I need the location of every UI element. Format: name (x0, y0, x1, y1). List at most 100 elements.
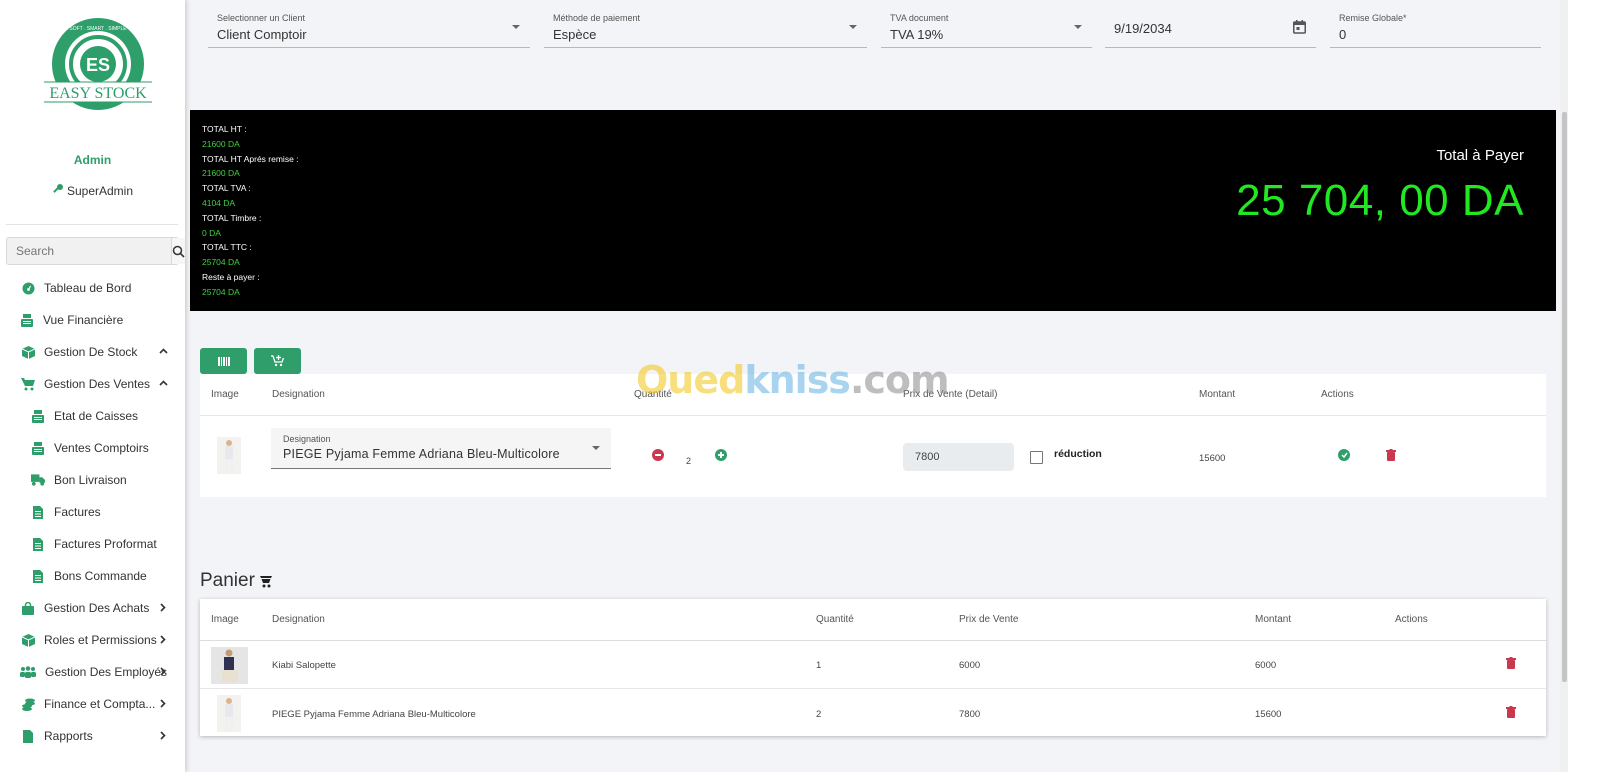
sidebar-item-factures[interactable]: Factures (0, 496, 185, 528)
confirm-button[interactable] (1338, 449, 1350, 461)
svg-text:ES: ES (86, 55, 110, 75)
window-edge (1568, 0, 1600, 772)
chevron-right-icon[interactable] (158, 665, 168, 677)
sidebar-item-ventes-comptoirs[interactable]: Ventes Comptoirs (0, 432, 185, 464)
delete-button[interactable] (1506, 705, 1516, 723)
designation-cell: Kiabi Salopette (272, 660, 336, 671)
payment-method-label: Méthode de paiement (553, 13, 641, 23)
payment-method-select[interactable]: Méthode de paiement Espèce (544, 8, 867, 48)
box-icon (21, 345, 35, 359)
sidebar-item-gestion-de-stock[interactable]: Gestion De Stock (0, 336, 185, 368)
designation-select[interactable]: Designation PIEGE Pyjama Femme Adriana B… (271, 428, 611, 469)
product-entry-table: Image Designation Quantité Prix de Vente… (200, 374, 1546, 497)
sidebar-item-etat-de-caisses[interactable]: Etat de Caisses (0, 400, 185, 432)
decrease-quantity-button[interactable] (652, 449, 664, 461)
column-header-quantite: Quantité (816, 614, 854, 625)
sidebar-item-factures-proformat[interactable]: Factures Proformat (0, 528, 185, 560)
sidebar-item-label: Roles et Permissions (44, 633, 157, 647)
amount-cell: 15600 (1255, 709, 1282, 720)
sidebar-item-vue-financiere[interactable]: Vue Financière (0, 304, 185, 336)
sidebar-divider (6, 224, 178, 225)
header-divider (200, 415, 1546, 416)
barcode-icon (217, 356, 230, 366)
total-timbre-label: TOTAL Timbre : (202, 212, 262, 223)
barcode-button[interactable] (200, 348, 247, 374)
search-input[interactable] (7, 238, 171, 264)
column-header-prix-vente-detail: Prix de Vente (Detail) (903, 389, 998, 400)
delete-button[interactable] (1386, 448, 1396, 466)
dropdown-arrow-icon (592, 446, 600, 450)
product-thumbnail (217, 695, 241, 732)
chevron-right-icon[interactable] (158, 729, 168, 741)
sidebar-item-label: Rapports (44, 729, 93, 743)
chevron-up-icon[interactable] (158, 345, 168, 357)
sidebar-item-gestion-des-employes[interactable]: Gestion Des Employés (0, 656, 185, 688)
total-ht-value: 21600 DA (202, 138, 240, 149)
search-button[interactable] (171, 238, 185, 264)
trash-icon (1386, 449, 1396, 461)
totals-list: TOTAL HT : 21600 DA TOTAL HT Aprés remis… (202, 122, 299, 300)
dashboard-icon (21, 281, 35, 295)
app: ES SOFT . SMART . SIMPLE EASY STOCK Admi… (0, 0, 1600, 772)
calendar-icon[interactable] (1293, 20, 1306, 39)
tva-select-value: TVA 19% (890, 27, 944, 42)
user-role: SuperAdmin (0, 183, 185, 198)
sidebar-item-label: Etat de Caisses (54, 409, 139, 423)
cash-register-icon (31, 441, 45, 455)
total-ht-apres-remise-label: TOTAL HT Aprés remise : (202, 153, 299, 164)
add-to-cart-button[interactable] (254, 348, 301, 374)
sidebar-item-finance-et-compta[interactable]: Finance et Compta... (0, 688, 185, 720)
remise-globale-label: Remise Globale* (1339, 13, 1407, 23)
user-role-label: SuperAdmin (66, 184, 134, 198)
sidebar-item-roles-et-permissions[interactable]: Roles et Permissions (0, 624, 185, 656)
trash-icon (1506, 706, 1516, 718)
price-cell: 7800 (959, 709, 981, 720)
sidebar-item-label: Gestion De Stock (44, 345, 138, 359)
sidebar-item-gestion-des-ventes[interactable]: Gestion Des Ventes (0, 368, 185, 400)
sidebar-item-label: Vue Financière (43, 313, 124, 327)
total-ttc-value: 25704 DA (202, 257, 240, 268)
header-divider (200, 640, 1546, 641)
sidebar-item-rapports[interactable]: Rapports (0, 720, 185, 752)
sidebar-item-label: Gestion Des Employés (45, 665, 168, 679)
reduction-checkbox[interactable] (1030, 451, 1043, 464)
chevron-right-icon[interactable] (158, 601, 168, 613)
file-icon (21, 729, 35, 743)
sidebar-item-tableau-de-bord[interactable]: Tableau de Bord (0, 272, 185, 304)
total-ht-label: TOTAL HT : (202, 124, 247, 134)
amount-value: 15600 (1199, 453, 1226, 464)
date-field[interactable]: 9/19/2034 (1105, 8, 1316, 48)
sidebar-item-label: Gestion Des Achats (44, 601, 150, 615)
increase-quantity-button[interactable] (715, 449, 727, 461)
client-select[interactable]: Selectionner un Client Client Comptoir (208, 8, 530, 48)
sidebar-item-bon-livraison[interactable]: Bon Livraison (0, 464, 185, 496)
column-header-actions: Actions (1395, 614, 1428, 625)
payment-method-value: Espèce (553, 27, 597, 42)
sidebar-item-gestion-des-achats[interactable]: Gestion Des Achats (0, 592, 185, 624)
user-name: Admin (73, 153, 112, 167)
column-header-image: Image (211, 389, 239, 400)
remise-globale-field[interactable]: Remise Globale* 0 (1330, 8, 1541, 48)
scrollbar-thumb[interactable] (1562, 112, 1567, 682)
tva-select[interactable]: TVA document TVA 19% (881, 8, 1092, 48)
trash-icon (1506, 657, 1516, 669)
plus-icon (718, 452, 724, 458)
chevron-right-icon[interactable] (158, 697, 168, 709)
price-input[interactable] (903, 443, 1014, 471)
dropdown-arrow-icon (512, 25, 520, 29)
sidebar: ES SOFT . SMART . SIMPLE EASY STOCK Admi… (0, 0, 185, 772)
sidebar-item-bons-commande[interactable]: Bons Commande (0, 560, 185, 592)
panier-heading: Panier (200, 570, 273, 594)
column-header-designation: Designation (272, 389, 325, 400)
sidebar-item-label: Bon Livraison (54, 473, 127, 487)
chevron-up-icon[interactable] (158, 377, 168, 389)
chevron-right-icon[interactable] (158, 633, 168, 645)
easy-stock-logo: ES SOFT . SMART . SIMPLE EASY STOCK (44, 18, 152, 110)
coins-icon (21, 697, 35, 711)
column-header-image: Image (211, 614, 239, 625)
delete-button[interactable] (1506, 656, 1516, 674)
total-a-payer-label: Total à Payer (1436, 147, 1524, 164)
price-cell: 6000 (959, 660, 981, 671)
reste-a-payer-value: 25704 DA (202, 286, 240, 297)
designation-select-value: PIEGE Pyjama Femme Adriana Bleu-Multicol… (283, 447, 560, 461)
